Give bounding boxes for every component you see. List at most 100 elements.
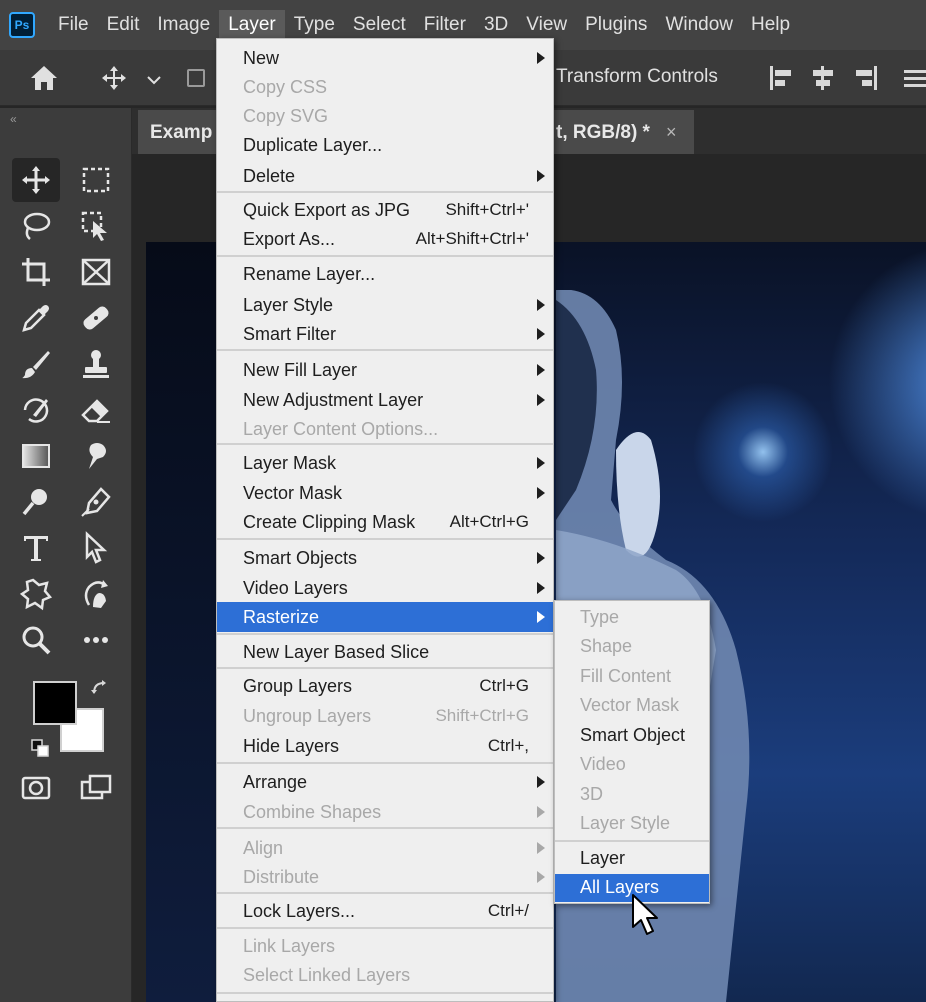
menu-item-rasterize[interactable]: Rasterize (217, 602, 553, 632)
menu-separator (217, 827, 553, 829)
eyedropper-tool-icon[interactable] (12, 296, 60, 340)
menu-item-arrange[interactable]: Arrange (217, 767, 553, 797)
menu-item-link-layers: Link Layers (243, 936, 336, 956)
menu-filter[interactable]: Filter (415, 10, 475, 40)
menu-3d[interactable]: 3D (475, 10, 517, 40)
menu-separator (217, 892, 553, 894)
menu-edit[interactable]: Edit (98, 10, 149, 40)
menu-item-video-layers[interactable]: Video Layers (217, 573, 553, 603)
crop-tool-icon[interactable] (12, 250, 60, 294)
zoom-tool-icon[interactable] (12, 618, 60, 662)
mouse-pointer-icon (632, 894, 658, 935)
menu-separator (217, 667, 553, 669)
menu-separator (217, 992, 553, 994)
menu-file[interactable]: File (49, 10, 98, 40)
menu-item-rename-layer[interactable]: Rename Layer... (217, 259, 553, 289)
close-tab-icon[interactable]: × (666, 122, 677, 143)
menu-type[interactable]: Type (285, 10, 344, 40)
submenu-item-layer-style: Layer Style (580, 813, 671, 833)
menu-item-new-adjustment-layer[interactable]: New Adjustment Layer (217, 385, 553, 415)
menu-item-export-as[interactable]: Export As... Alt+Shift+Ctrl+' (217, 224, 553, 254)
menu-item-delete[interactable]: Delete (217, 161, 553, 191)
menu-separator (217, 762, 553, 764)
move-tool-preset-icon[interactable] (96, 60, 132, 96)
shortcut-label: Alt+Shift+Ctrl+' (415, 229, 529, 248)
quick-mask-icon[interactable] (12, 766, 60, 810)
shortcut-label: Ctrl+G (479, 676, 529, 695)
menu-item-new-layer-based-slice[interactable]: New Layer Based Slice (217, 637, 553, 667)
custom-shape-tool-icon[interactable] (12, 572, 60, 616)
marquee-tool-icon[interactable] (72, 158, 120, 202)
align-right-icon[interactable] (852, 66, 878, 90)
submenu-arrow-icon (537, 394, 545, 406)
submenu-item-smart-object[interactable]: Smart Object (555, 722, 709, 750)
menu-help[interactable]: Help (742, 10, 799, 40)
pen-tool-icon[interactable] (72, 480, 120, 524)
menu-item-create-clipping-mask[interactable]: Create Clipping Mask Alt+Ctrl+G (217, 507, 553, 537)
frame-tool-icon[interactable] (72, 250, 120, 294)
submenu-item-layer[interactable]: Layer (555, 845, 709, 873)
show-transform-controls-label[interactable]: Transform Controls (556, 66, 718, 88)
menu-item-align: Align (217, 833, 553, 863)
chevron-down-icon[interactable] (136, 62, 172, 98)
menu-item-layer-mask[interactable]: Layer Mask (217, 448, 553, 478)
history-brush-tool-icon[interactable] (12, 388, 60, 432)
path-selection-tool-icon[interactable] (72, 526, 120, 570)
rotate-view-tool-icon[interactable] (72, 572, 120, 616)
rasterize-submenu: Type Shape Fill Content Vector Mask Smar… (554, 600, 710, 904)
menu-item-new-fill-layer[interactable]: New Fill Layer (217, 355, 553, 385)
submenu-item-video: Video (580, 754, 626, 774)
menu-item-layer-style[interactable]: Layer Style (217, 290, 553, 320)
menu-item-quick-export-jpg[interactable]: Quick Export as JPG Shift+Ctrl+' (217, 195, 553, 225)
submenu-arrow-icon (537, 582, 545, 594)
foreground-color-swatch[interactable] (33, 681, 77, 725)
collapse-toolbar-icon[interactable]: « (10, 112, 17, 126)
submenu-arrow-icon (537, 364, 545, 376)
menu-separator (217, 349, 553, 351)
dodge-tool-icon[interactable] (12, 480, 60, 524)
menu-plugins[interactable]: Plugins (576, 10, 656, 40)
move-tool-icon[interactable] (12, 158, 60, 202)
more-tools-icon[interactable] (72, 618, 120, 662)
menu-item-new[interactable]: New (217, 43, 553, 73)
menu-separator (217, 191, 553, 193)
menu-item-distribute: Distribute (217, 862, 553, 892)
align-more-icon[interactable] (900, 66, 926, 90)
submenu-item-vector-mask: Vector Mask (580, 695, 680, 715)
shortcut-label: Shift+Ctrl+' (445, 200, 529, 219)
menu-select[interactable]: Select (344, 10, 415, 40)
lasso-tool-icon[interactable] (12, 204, 60, 248)
menu-item-group-layers[interactable]: Group Layers Ctrl+G (217, 671, 553, 701)
submenu-arrow-icon (537, 806, 545, 818)
menu-item-vector-mask[interactable]: Vector Mask (217, 478, 553, 508)
menu-layer[interactable]: Layer (219, 10, 285, 40)
home-icon[interactable] (26, 60, 62, 96)
type-tool-icon[interactable] (12, 526, 60, 570)
menu-item-duplicate-layer[interactable]: Duplicate Layer... (217, 130, 553, 160)
menu-item-smart-filter[interactable]: Smart Filter (217, 319, 553, 349)
clone-stamp-tool-icon[interactable] (72, 342, 120, 386)
menu-image[interactable]: Image (148, 10, 219, 40)
default-colors-icon[interactable] (30, 738, 50, 758)
object-selection-tool-icon[interactable] (72, 204, 120, 248)
submenu-arrow-icon (537, 487, 545, 499)
align-left-icon[interactable] (770, 66, 796, 90)
screen-mode-icon[interactable] (72, 766, 120, 810)
menu-window[interactable]: Window (656, 10, 742, 40)
menu-item-hide-layers[interactable]: Hide Layers Ctrl+, (217, 731, 553, 761)
gradient-tool-icon[interactable] (12, 434, 60, 478)
auto-select-checkbox[interactable] (178, 60, 214, 96)
eraser-tool-icon[interactable] (72, 388, 120, 432)
brush-tool-icon[interactable] (12, 342, 60, 386)
document-tab-mode: t, RGB/8) * (556, 122, 650, 143)
menu-item-smart-objects[interactable]: Smart Objects (217, 543, 553, 573)
submenu-item-3d: 3D (580, 784, 604, 804)
align-center-icon[interactable] (810, 66, 836, 90)
menu-item-copy-svg: Copy SVG (243, 106, 329, 126)
menu-view[interactable]: View (517, 10, 576, 40)
healing-brush-tool-icon[interactable] (72, 296, 120, 340)
submenu-arrow-icon (537, 776, 545, 788)
smudge-tool-icon[interactable] (72, 434, 120, 478)
menu-item-lock-layers[interactable]: Lock Layers... Ctrl+/ (217, 896, 553, 926)
swap-colors-icon[interactable] (90, 678, 110, 698)
